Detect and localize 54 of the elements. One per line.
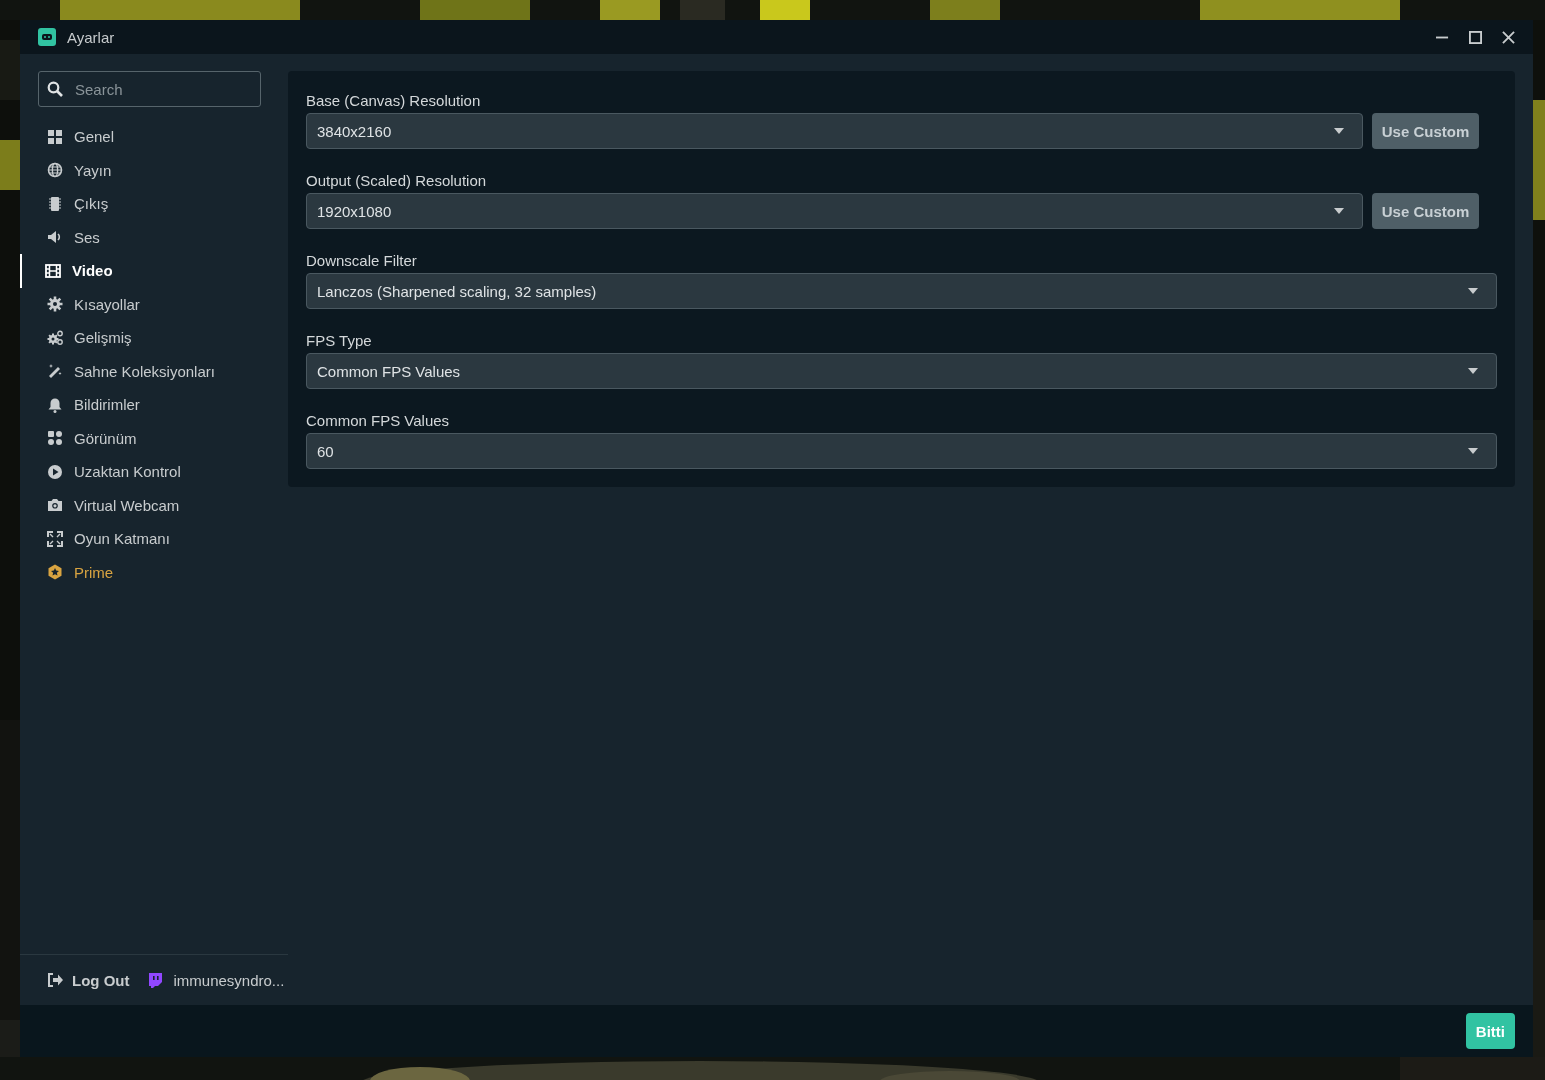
caret-icon — [1468, 448, 1478, 454]
sidebar-item[interactable]: Virtual Webcam — [20, 488, 288, 522]
dropdown[interactable]: 1920x1080 — [306, 193, 1363, 229]
sidebar-item[interactable]: Prime — [20, 555, 288, 589]
dropdown[interactable]: Lanczos (Sharpened scaling, 32 samples) — [306, 273, 1497, 309]
caret-icon — [1468, 288, 1478, 294]
maximize-icon[interactable] — [1469, 30, 1482, 44]
field-label: Downscale Filter — [306, 250, 418, 271]
film-icon — [45, 262, 61, 279]
sidebar-item[interactable]: Bildirimler — [20, 388, 288, 422]
play-circle-icon — [47, 463, 63, 480]
bell-icon — [47, 396, 63, 413]
logout-link[interactable]: Log Out — [47, 971, 130, 989]
camera-icon — [47, 497, 63, 514]
account-name: immunesyndro... — [173, 971, 285, 989]
logout-icon — [47, 973, 63, 987]
sidebar-item[interactable]: Genel — [20, 120, 288, 154]
sidebar-item[interactable]: Yayın — [20, 153, 288, 187]
sidebar-item[interactable]: Sahne Koleksiyonları — [20, 354, 288, 388]
globe-icon — [47, 162, 63, 179]
expand-icon — [47, 530, 63, 547]
sidebar-item[interactable]: Ses — [20, 220, 288, 254]
dropdown[interactable]: Common FPS Values — [306, 353, 1497, 389]
caret-icon — [1334, 128, 1344, 134]
speaker-icon — [47, 229, 63, 246]
dropdown[interactable]: 60 — [306, 433, 1497, 469]
sidebar-item[interactable]: Gelişmiş — [20, 321, 288, 355]
gear-icon — [47, 296, 63, 313]
chat-bubble-icon — [147, 972, 164, 988]
field-label: Base (Canvas) Resolution — [306, 90, 482, 111]
sidebar-item[interactable]: Çıkış — [20, 187, 288, 221]
field-label: Output (Scaled) Resolution — [306, 170, 488, 191]
sidebar-item[interactable]: Uzaktan Kontrol — [20, 455, 288, 489]
search-field[interactable]: Search — [38, 71, 261, 107]
field-label: FPS Type — [306, 330, 373, 351]
search-icon — [47, 81, 63, 97]
gears-icon — [47, 329, 63, 346]
use-custom-button[interactable]: Use Custom — [1372, 113, 1479, 149]
window-title: Ayarlar — [67, 28, 115, 46]
grid-icon — [47, 128, 63, 145]
app-logo-icon — [38, 28, 56, 46]
sidebar-item[interactable]: Kısayollar — [20, 287, 288, 321]
sidebar-item[interactable]: Oyun Katmanı — [20, 522, 288, 556]
caret-icon — [1334, 208, 1344, 214]
field-label: Common FPS Values — [306, 410, 451, 431]
magic-wand-icon — [47, 363, 63, 380]
caret-icon — [1468, 368, 1478, 374]
use-custom-button[interactable]: Use Custom — [1372, 193, 1479, 229]
sidebar-item[interactable]: Görünüm — [20, 421, 288, 455]
close-icon[interactable] — [1502, 30, 1515, 44]
circles-grid-icon — [47, 430, 63, 447]
star-badge-icon — [47, 564, 63, 581]
dropdown[interactable]: 3840x2160 — [306, 113, 1363, 149]
chip-icon — [47, 195, 63, 212]
